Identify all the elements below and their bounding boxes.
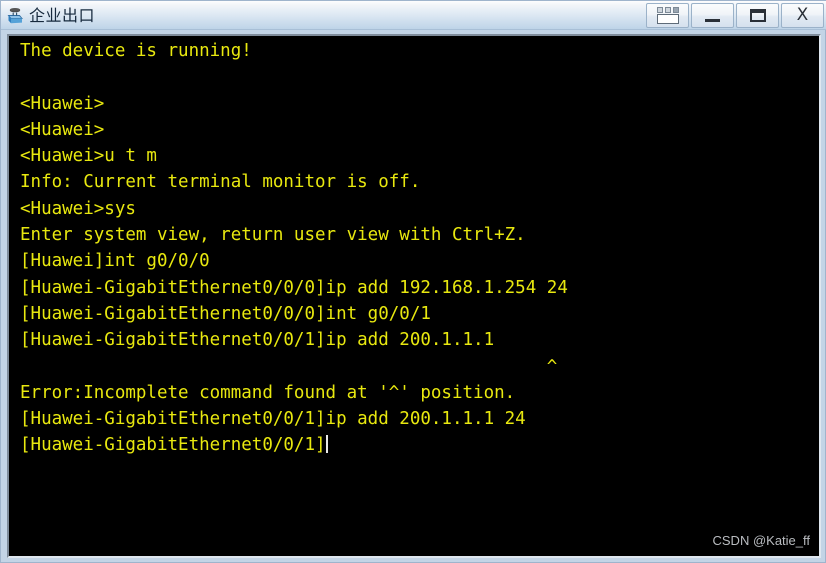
terminal-frame: The device is running! <Huawei> <Huawei> <H… xyxy=(7,34,821,558)
terminal-line: [Huawei]int g0/0/0 xyxy=(20,251,210,272)
close-button[interactable]: X xyxy=(781,3,824,28)
terminal-line: ^ xyxy=(20,356,558,377)
terminal-lines: The device is running! <Huawei> <Huawei> <H… xyxy=(20,38,815,459)
window-title: 企业出口 xyxy=(29,5,96,25)
terminal-line: <Huawei>sys xyxy=(20,198,136,219)
terminal-line: <Huawei> xyxy=(20,93,105,114)
maximize-icon xyxy=(749,9,766,22)
router-icon xyxy=(6,6,26,26)
terminal-line: Enter system view, return user view with… xyxy=(20,225,526,246)
terminal-line: [Huawei-GigabitEthernet0/0/1]ip add 200.… xyxy=(20,330,495,351)
terminal-line: <Huawei>u t m xyxy=(20,146,157,167)
maximize-button[interactable] xyxy=(736,3,779,28)
terminal-line: Error:Incomplete command found at '^' po… xyxy=(20,382,516,403)
terminal-line: [Huawei-GigabitEthernet0/0/0]int g0/0/1 xyxy=(20,303,431,324)
terminal-line: [Huawei-GigabitEthernet0/0/1]ip add 200.… xyxy=(20,409,526,430)
minimize-icon xyxy=(705,10,720,22)
cascade-button[interactable] xyxy=(646,3,689,28)
window-controls: X xyxy=(644,2,824,29)
terminal-line: <Huawei> xyxy=(20,119,105,140)
terminal-line: Info: Current terminal monitor is off. xyxy=(20,172,421,193)
minimize-button[interactable] xyxy=(691,3,734,28)
terminal-line: [Huawei-GigabitEthernet0/0/0]ip add 192.… xyxy=(20,277,568,298)
terminal-line: The device is running! xyxy=(20,41,252,61)
terminal-output-area[interactable]: The device is running! <Huawei> <Huawei> <H… xyxy=(9,36,819,556)
text-cursor xyxy=(325,435,328,454)
terminal-window: 企业出口 X The device is running! <Huawei> <… xyxy=(0,0,826,563)
title-bar[interactable]: 企业出口 X xyxy=(1,1,826,30)
watermark: CSDN @Katie_ff xyxy=(712,533,811,548)
title-bar-left: 企业出口 xyxy=(6,1,95,30)
terminal-line: [Huawei-GigabitEthernet0/0/1] xyxy=(20,435,328,456)
cascade-icon xyxy=(656,6,680,25)
close-icon: X xyxy=(796,5,809,25)
